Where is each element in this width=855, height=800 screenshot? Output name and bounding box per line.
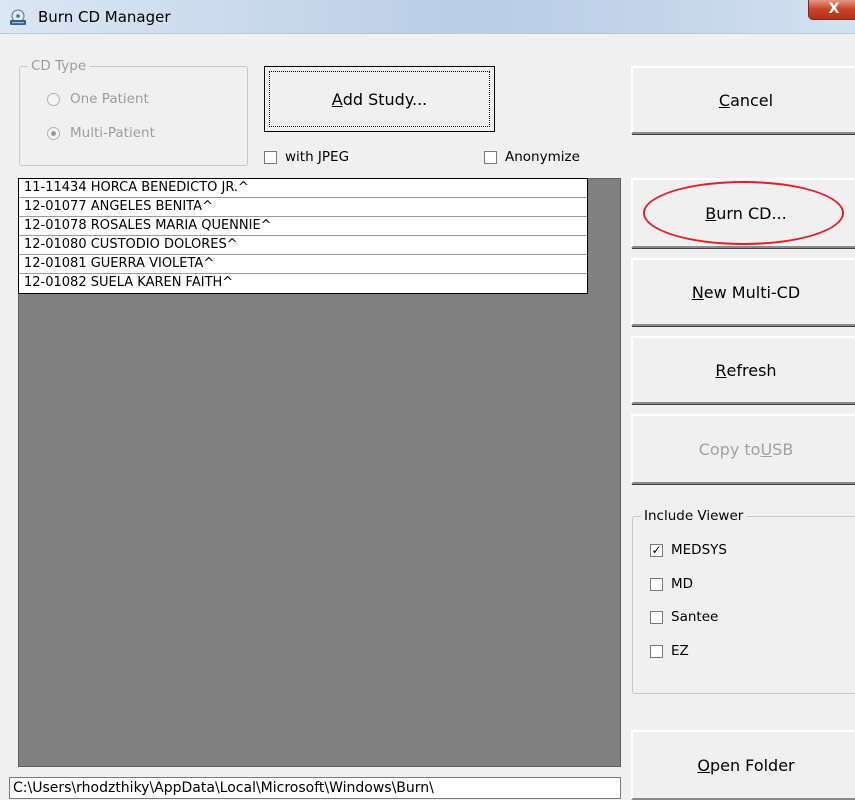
copy-to-usb-mnemonic: U [760,439,773,459]
checkbox-box[interactable] [650,644,663,658]
open-folder-mnemonic: O [697,755,710,775]
new-multi-cd-button[interactable]: New Multi-CD [631,258,855,326]
include-viewer-legend: Include Viewer [641,508,747,524]
list-item[interactable]: 12-01077 ANGELES BENITA^ [19,198,587,217]
anonymize-checkbox[interactable]: Anonymize [484,149,580,165]
viewer-medsys-checkbox[interactable]: ✓ MEDSYS [650,542,727,558]
checkbox-box[interactable] [650,610,663,624]
cd-type-legend: CD Type [28,58,90,74]
copy-to-usb-button[interactable]: Copy to U SB [631,414,855,484]
with-jpeg-label: with JPEG [285,149,350,165]
with-jpeg-checkbox[interactable]: with JPEG [264,149,349,165]
viewer-label: EZ [671,643,689,659]
burn-cd-button[interactable]: Burn CD... [631,178,855,248]
radio-button[interactable] [47,92,60,106]
burn-cd-mnemonic: B [705,203,717,223]
checkbox-box[interactable] [484,150,497,164]
open-folder-label: pen Folder [709,755,795,775]
anonymize-label: Anonymize [505,149,580,165]
viewer-ez-checkbox[interactable]: EZ [650,643,689,659]
checkbox-box[interactable] [264,150,277,164]
copy-to-usb-label-rest: SB [772,439,794,459]
viewer-santee-checkbox[interactable]: Santee [650,609,718,625]
checkbox-checked[interactable]: ✓ [650,543,663,557]
radio-multi-patient[interactable]: Multi-Patient [47,125,155,141]
list-item[interactable]: 12-01081 GUERRA VIOLETA^ [19,255,587,274]
title-bar: Burn CD Manager X [0,0,855,34]
radio-label: Multi-Patient [70,125,155,141]
new-multi-cd-mnemonic: N [691,282,704,302]
refresh-label: efresh [726,360,777,380]
radio-button-selected[interactable] [47,126,60,140]
open-folder-button[interactable]: Open Folder [631,730,855,800]
copy-to-usb-label-pre: Copy to [698,439,761,459]
add-study-button[interactable]: Add Study... [264,66,495,132]
list-item[interactable]: 11-11434 HORCA BENEDICTO JR.^ [19,179,587,198]
checkbox-box[interactable] [650,577,663,591]
close-icon: X [828,1,840,17]
refresh-button[interactable]: Refresh [631,336,855,404]
add-study-mnemonic: A [331,89,343,109]
burn-cd-label: urn CD... [716,203,787,223]
window-title: Burn CD Manager [38,8,171,26]
cancel-mnemonic: C [718,90,731,110]
refresh-mnemonic: R [715,360,727,380]
viewer-label: MD [671,576,694,592]
patient-list[interactable]: 11-11434 HORCA BENEDICTO JR.^ 12-01077 A… [18,178,588,294]
add-study-label: dd Study... [342,89,428,109]
viewer-label: MEDSYS [671,542,727,558]
viewer-label: Santee [671,609,719,625]
radio-one-patient[interactable]: One Patient [47,91,149,107]
cd-type-group: CD Type [19,58,248,166]
path-field[interactable]: C:\Users\rhodzthiky\AppData\Local\Micros… [9,777,621,799]
viewer-md-checkbox[interactable]: MD [650,576,693,592]
cancel-button[interactable]: Cancel [631,66,855,134]
radio-label: One Patient [70,91,149,107]
cd-drive-icon [10,9,26,25]
cancel-label: ancel [730,90,774,110]
list-item[interactable]: 12-01078 ROSALES MARIA QUENNIE^ [19,217,587,236]
list-item[interactable]: 12-01082 SUELA KAREN FAITH^ [19,274,587,293]
close-button[interactable]: X [808,0,855,20]
new-multi-cd-label: ew Multi-CD [703,282,801,302]
list-item[interactable]: 12-01080 CUSTODIO DOLORES^ [19,236,587,255]
